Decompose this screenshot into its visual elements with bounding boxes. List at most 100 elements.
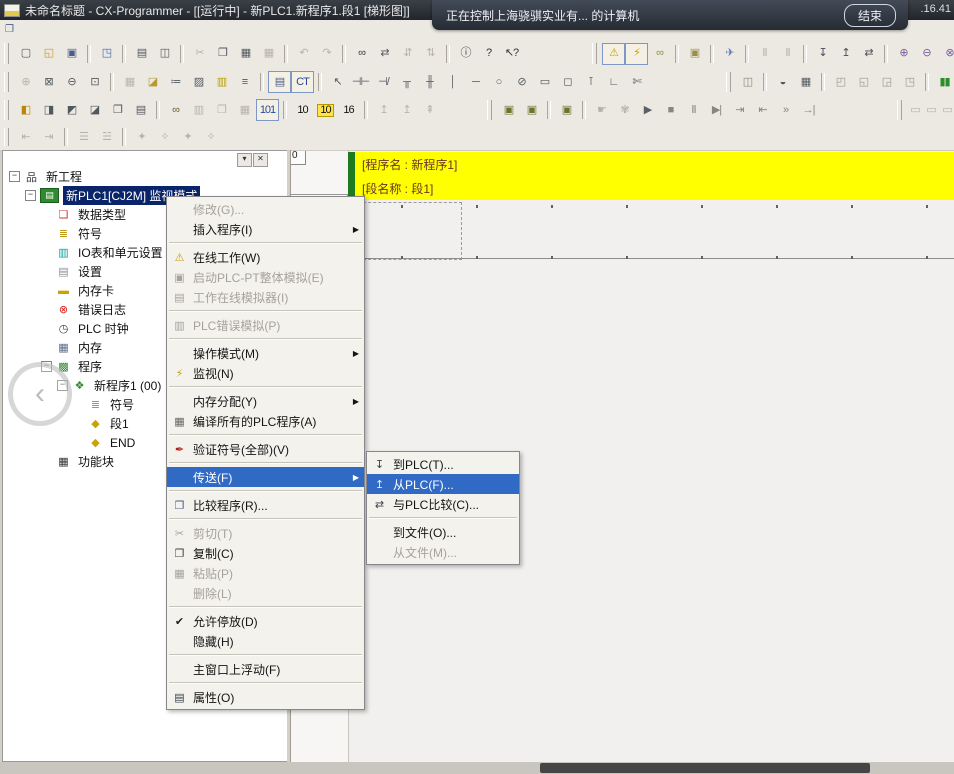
menu-bar-item[interactable] [55, 21, 71, 39]
paste-button[interactable]: ▦ [234, 43, 257, 65]
about-button[interactable]: ⓘ [454, 43, 477, 65]
new-horizontal-button[interactable]: ─ [464, 71, 487, 93]
menu-item[interactable]: ❐ 复制(C) ▶ [167, 543, 364, 563]
window-properties-button[interactable]: ▤ [129, 99, 152, 121]
transfer-settings-button[interactable]: ▣ [520, 99, 543, 121]
menu-item[interactable]: 插入程序(I) ▶ [167, 219, 364, 239]
remote-back-button[interactable]: ‹ [8, 362, 72, 426]
io-comment-view-button[interactable]: ▤ [268, 71, 291, 93]
menu-item[interactable]: 删除(L) ▶ [167, 583, 364, 603]
change-retrieve-button[interactable]: ⇅ [419, 43, 442, 65]
force-set-1-button[interactable]: ↥ [372, 99, 395, 121]
upload-from-plc-button[interactable]: ↥ [834, 43, 857, 65]
bookmark-1-button[interactable]: ✦ [130, 126, 153, 148]
hex-display-button[interactable]: 16 [337, 99, 360, 121]
tree-expand-icon[interactable]: − [9, 171, 20, 182]
new-coil-button[interactable]: ○ [487, 71, 510, 93]
step-run-button[interactable]: ▶| [705, 99, 728, 121]
run-hand-button[interactable]: ☛ [590, 99, 613, 121]
menu-bar-item[interactable] [119, 21, 135, 39]
new-file-button[interactable]: ▢ [14, 43, 37, 65]
show-rungs-button[interactable]: ▥ [210, 71, 233, 93]
sim-stop-button[interactable]: ■ [659, 99, 682, 121]
program-name-header[interactable]: [程序名 : 新程序1] [348, 152, 954, 176]
download-to-plc-button[interactable]: ↧ [811, 43, 834, 65]
cross-reference-button[interactable]: ◰ [829, 71, 852, 93]
split-rung-button[interactable]: ✄ [625, 71, 648, 93]
zoom-out-button[interactable]: ⊖ [60, 71, 83, 93]
pause-monitor-button[interactable]: ∞ [648, 43, 671, 65]
open-file-button[interactable]: ◱ [37, 43, 60, 65]
indent-right-button[interactable]: ⇥ [37, 126, 60, 148]
new-pb-instruction-button[interactable]: ◻ [556, 71, 579, 93]
replace-button[interactable]: ⇄ [373, 43, 396, 65]
cascade-windows-button[interactable]: ❐ [106, 99, 129, 121]
force-off-button[interactable]: ⊖ [915, 43, 938, 65]
simulator-connect-button[interactable]: ▣ [555, 99, 578, 121]
copy-button[interactable]: ❐ [211, 43, 234, 65]
menu-item[interactable]: ▣ 启动PLC-PT整体模拟(E) ▶ [167, 267, 364, 287]
workspace-toggle-button[interactable]: ◫ [736, 71, 759, 93]
list-view-1-button[interactable]: ☰ [72, 126, 95, 148]
work-online-simulator-button[interactable]: ✈ [718, 43, 741, 65]
submenu-item[interactable]: ↧ 到PLC(T)... ▶ [367, 454, 519, 474]
clock-sync-button[interactable]: ▣ [497, 99, 520, 121]
menu-item[interactable]: ✂ 剪切(T) ▶ [167, 523, 364, 543]
pause-with-trigger-button[interactable]: Ⅱ [753, 43, 776, 65]
pause-button[interactable]: Ⅱ [776, 43, 799, 65]
menu-item[interactable]: ❐ 比较程序(R)... ▶ [167, 495, 364, 515]
menu-bar-item[interactable] [71, 21, 87, 39]
sim-play-button[interactable]: ▶ [636, 99, 659, 121]
ct-view-button[interactable]: CT [291, 71, 314, 93]
menu-item[interactable]: ⚠ 在线工作(W) ▶ [167, 247, 364, 267]
menu-bar-item[interactable] [135, 21, 151, 39]
watch-window-button[interactable]: ▦ [794, 71, 817, 93]
zoom-fit-button[interactable]: ⊡ [83, 71, 106, 93]
new-contact-button[interactable]: ⊣⊢ [349, 71, 372, 93]
help-button[interactable]: ? [477, 43, 500, 65]
tree-expand-icon[interactable]: − [25, 190, 36, 201]
menu-bar-item[interactable] [103, 21, 119, 39]
step-in-button[interactable]: ⇥ [728, 99, 751, 121]
submenu-item[interactable]: 从文件(M)... ▶ [367, 542, 519, 562]
aux-window-3-button[interactable]: ▭ [939, 99, 954, 121]
menu-bar-item[interactable] [39, 21, 55, 39]
zoom-in-button[interactable]: ⊕ [14, 71, 37, 93]
binary-display-button[interactable]: 101 [256, 99, 279, 121]
aux-window-2-button[interactable]: ▭ [923, 99, 939, 121]
new-closed-contact-button[interactable]: ⊣/ [372, 71, 395, 93]
menu-item[interactable]: ▤ 工作在线模拟器(I) ▶ [167, 287, 364, 307]
new-connector-button[interactable]: ∟ [602, 71, 625, 93]
new-inverted-instruction-button[interactable]: ⊺ [579, 71, 602, 93]
new-vertical-button[interactable]: │ [441, 71, 464, 93]
end-session-button[interactable]: 结束 [844, 4, 896, 27]
menu-item[interactable]: ▦ 编译所有的PLC程序(A) ▶ [167, 411, 364, 431]
menu-bar-item[interactable] [23, 21, 39, 39]
work-online-button[interactable]: ⚠ [602, 43, 625, 65]
continuous-step-button[interactable]: » [774, 99, 797, 121]
show-rung-annotations-button[interactable]: ◪ [141, 71, 164, 93]
online-edit-button[interactable]: ▣ [683, 43, 706, 65]
redo-button[interactable]: ↷ [315, 43, 338, 65]
tile-windows-button[interactable]: ◪ [83, 99, 106, 121]
print-preview-button[interactable]: ◫ [153, 43, 176, 65]
new-instruction-button[interactable]: ▭ [533, 71, 556, 93]
paste-special-button[interactable]: ▦ [257, 43, 280, 65]
compare-with-plc-button[interactable]: ⇄ [857, 43, 880, 65]
ladder-pair-button[interactable]: ▥ [187, 99, 210, 121]
menu-bar-item[interactable] [167, 21, 183, 39]
menu-item[interactable]: ▦ 粘贴(P) ▶ [167, 563, 364, 583]
new-or-contact-button[interactable]: ╥ [395, 71, 418, 93]
undo-button[interactable]: ↶ [292, 43, 315, 65]
menu-bar-item[interactable] [151, 21, 167, 39]
menu-item[interactable]: ✒ 验证符号(全部)(V) ▶ [167, 439, 364, 459]
force-set-2-button[interactable]: ↥ [395, 99, 418, 121]
rung-comment-window-button[interactable]: ◳ [898, 71, 921, 93]
show-comments-button[interactable]: ≡ [233, 71, 256, 93]
force-on-button[interactable]: ⊕ [892, 43, 915, 65]
float-window-button[interactable]: ◧ [14, 99, 37, 121]
opera-glasses-button[interactable]: ∞ [164, 99, 187, 121]
find-button[interactable]: ∞ [350, 43, 373, 65]
submenu-item[interactable]: 到文件(O)... ▶ [367, 522, 519, 542]
menu-item[interactable]: 隐藏(H) ▶ [167, 631, 364, 651]
